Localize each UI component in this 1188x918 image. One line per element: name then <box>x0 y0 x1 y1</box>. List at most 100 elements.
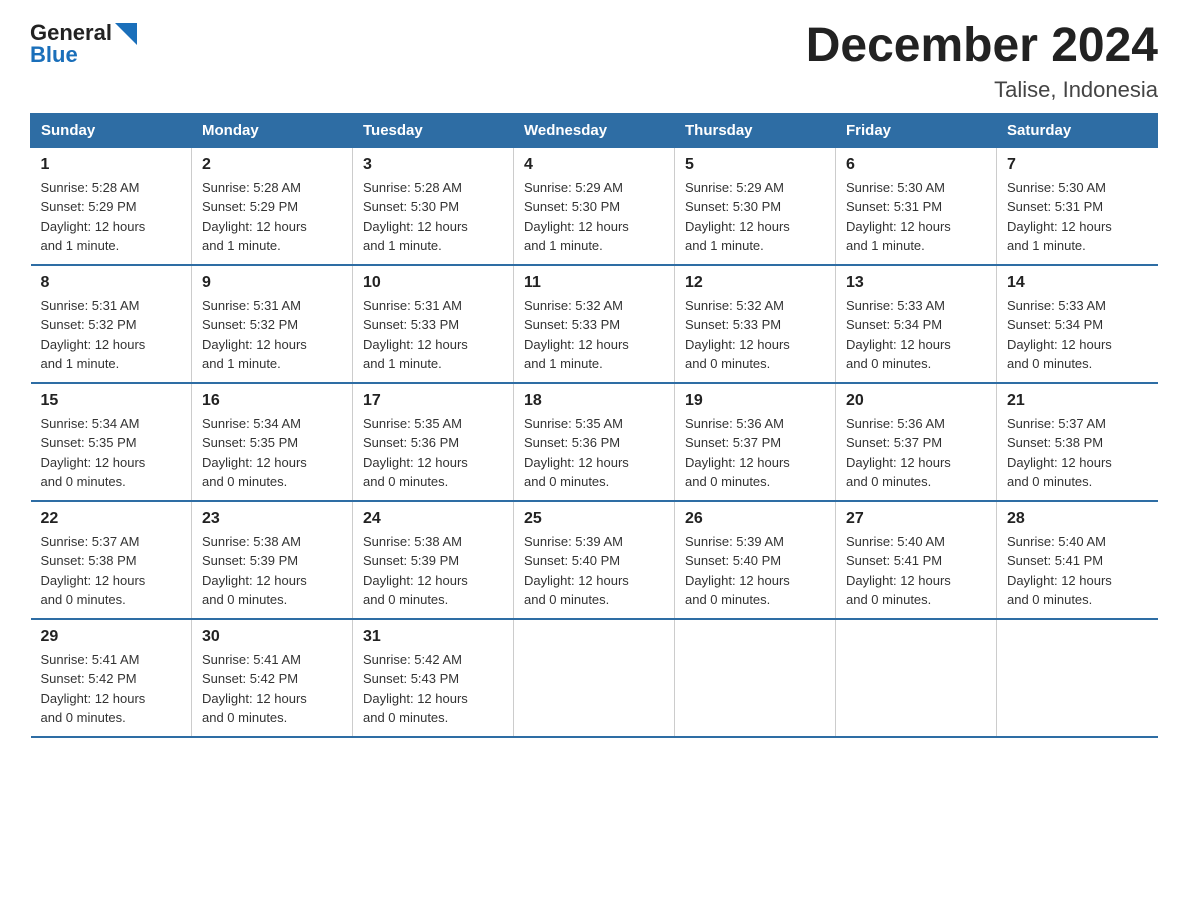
calendar-cell: 18 Sunrise: 5:35 AMSunset: 5:36 PMDaylig… <box>514 383 675 501</box>
calendar-cell: 17 Sunrise: 5:35 AMSunset: 5:36 PMDaylig… <box>353 383 514 501</box>
day-info: Sunrise: 5:35 AMSunset: 5:36 PMDaylight:… <box>524 416 629 490</box>
calendar-cell: 29 Sunrise: 5:41 AMSunset: 5:42 PMDaylig… <box>31 619 192 737</box>
day-info: Sunrise: 5:33 AMSunset: 5:34 PMDaylight:… <box>1007 298 1112 372</box>
col-header-wednesday: Wednesday <box>514 113 675 147</box>
col-header-monday: Monday <box>192 113 353 147</box>
day-info: Sunrise: 5:37 AMSunset: 5:38 PMDaylight:… <box>41 534 146 608</box>
calendar-week-row: 15 Sunrise: 5:34 AMSunset: 5:35 PMDaylig… <box>31 383 1158 501</box>
calendar-cell: 25 Sunrise: 5:39 AMSunset: 5:40 PMDaylig… <box>514 501 675 619</box>
calendar-cell: 15 Sunrise: 5:34 AMSunset: 5:35 PMDaylig… <box>31 383 192 501</box>
title-block: December 2024 Talise, Indonesia <box>806 20 1158 103</box>
day-number: 27 <box>846 510 986 528</box>
calendar-cell: 30 Sunrise: 5:41 AMSunset: 5:42 PMDaylig… <box>192 619 353 737</box>
calendar-header-row: SundayMondayTuesdayWednesdayThursdayFrid… <box>31 113 1158 147</box>
day-info: Sunrise: 5:29 AMSunset: 5:30 PMDaylight:… <box>685 180 790 254</box>
day-number: 5 <box>685 156 825 174</box>
day-number: 8 <box>41 274 182 292</box>
calendar-cell: 8 Sunrise: 5:31 AMSunset: 5:32 PMDayligh… <box>31 265 192 383</box>
day-number: 7 <box>1007 156 1148 174</box>
day-number: 23 <box>202 510 342 528</box>
day-info: Sunrise: 5:40 AMSunset: 5:41 PMDaylight:… <box>1007 534 1112 608</box>
calendar-cell: 9 Sunrise: 5:31 AMSunset: 5:32 PMDayligh… <box>192 265 353 383</box>
day-number: 3 <box>363 156 503 174</box>
day-info: Sunrise: 5:28 AMSunset: 5:30 PMDaylight:… <box>363 180 468 254</box>
day-info: Sunrise: 5:29 AMSunset: 5:30 PMDaylight:… <box>524 180 629 254</box>
day-number: 16 <box>202 392 342 410</box>
calendar-cell: 19 Sunrise: 5:36 AMSunset: 5:37 PMDaylig… <box>675 383 836 501</box>
day-info: Sunrise: 5:41 AMSunset: 5:42 PMDaylight:… <box>41 652 146 726</box>
calendar-cell: 10 Sunrise: 5:31 AMSunset: 5:33 PMDaylig… <box>353 265 514 383</box>
calendar-cell: 3 Sunrise: 5:28 AMSunset: 5:30 PMDayligh… <box>353 147 514 265</box>
calendar-cell: 4 Sunrise: 5:29 AMSunset: 5:30 PMDayligh… <box>514 147 675 265</box>
day-info: Sunrise: 5:31 AMSunset: 5:32 PMDaylight:… <box>41 298 146 372</box>
calendar-cell: 5 Sunrise: 5:29 AMSunset: 5:30 PMDayligh… <box>675 147 836 265</box>
calendar-cell: 31 Sunrise: 5:42 AMSunset: 5:43 PMDaylig… <box>353 619 514 737</box>
calendar-cell: 26 Sunrise: 5:39 AMSunset: 5:40 PMDaylig… <box>675 501 836 619</box>
day-number: 28 <box>1007 510 1148 528</box>
logo-blue: Blue <box>30 42 78 68</box>
calendar-cell: 24 Sunrise: 5:38 AMSunset: 5:39 PMDaylig… <box>353 501 514 619</box>
day-number: 12 <box>685 274 825 292</box>
day-number: 30 <box>202 628 342 646</box>
day-number: 14 <box>1007 274 1148 292</box>
day-number: 4 <box>524 156 664 174</box>
calendar-cell: 28 Sunrise: 5:40 AMSunset: 5:41 PMDaylig… <box>997 501 1158 619</box>
day-info: Sunrise: 5:31 AMSunset: 5:33 PMDaylight:… <box>363 298 468 372</box>
day-info: Sunrise: 5:30 AMSunset: 5:31 PMDaylight:… <box>846 180 951 254</box>
day-info: Sunrise: 5:38 AMSunset: 5:39 PMDaylight:… <box>202 534 307 608</box>
calendar-cell: 23 Sunrise: 5:38 AMSunset: 5:39 PMDaylig… <box>192 501 353 619</box>
calendar-cell: 11 Sunrise: 5:32 AMSunset: 5:33 PMDaylig… <box>514 265 675 383</box>
col-header-saturday: Saturday <box>997 113 1158 147</box>
logo-triangle-icon <box>115 23 137 45</box>
day-info: Sunrise: 5:41 AMSunset: 5:42 PMDaylight:… <box>202 652 307 726</box>
calendar-week-row: 8 Sunrise: 5:31 AMSunset: 5:32 PMDayligh… <box>31 265 1158 383</box>
day-info: Sunrise: 5:39 AMSunset: 5:40 PMDaylight:… <box>524 534 629 608</box>
calendar-cell <box>836 619 997 737</box>
day-info: Sunrise: 5:39 AMSunset: 5:40 PMDaylight:… <box>685 534 790 608</box>
calendar-cell: 20 Sunrise: 5:36 AMSunset: 5:37 PMDaylig… <box>836 383 997 501</box>
location: Talise, Indonesia <box>806 77 1158 103</box>
calendar-cell: 21 Sunrise: 5:37 AMSunset: 5:38 PMDaylig… <box>997 383 1158 501</box>
calendar-week-row: 29 Sunrise: 5:41 AMSunset: 5:42 PMDaylig… <box>31 619 1158 737</box>
day-info: Sunrise: 5:34 AMSunset: 5:35 PMDaylight:… <box>202 416 307 490</box>
calendar-cell: 22 Sunrise: 5:37 AMSunset: 5:38 PMDaylig… <box>31 501 192 619</box>
day-number: 10 <box>363 274 503 292</box>
calendar-cell <box>514 619 675 737</box>
day-number: 26 <box>685 510 825 528</box>
day-info: Sunrise: 5:35 AMSunset: 5:36 PMDaylight:… <box>363 416 468 490</box>
day-info: Sunrise: 5:36 AMSunset: 5:37 PMDaylight:… <box>685 416 790 490</box>
calendar-cell: 7 Sunrise: 5:30 AMSunset: 5:31 PMDayligh… <box>997 147 1158 265</box>
calendar-table: SundayMondayTuesdayWednesdayThursdayFrid… <box>30 113 1158 738</box>
day-info: Sunrise: 5:40 AMSunset: 5:41 PMDaylight:… <box>846 534 951 608</box>
logo: General Blue <box>30 20 137 68</box>
day-number: 21 <box>1007 392 1148 410</box>
calendar-week-row: 22 Sunrise: 5:37 AMSunset: 5:38 PMDaylig… <box>31 501 1158 619</box>
day-number: 1 <box>41 156 182 174</box>
day-number: 6 <box>846 156 986 174</box>
day-info: Sunrise: 5:28 AMSunset: 5:29 PMDaylight:… <box>41 180 146 254</box>
day-info: Sunrise: 5:33 AMSunset: 5:34 PMDaylight:… <box>846 298 951 372</box>
day-info: Sunrise: 5:38 AMSunset: 5:39 PMDaylight:… <box>363 534 468 608</box>
calendar-cell <box>997 619 1158 737</box>
calendar-cell: 13 Sunrise: 5:33 AMSunset: 5:34 PMDaylig… <box>836 265 997 383</box>
day-info: Sunrise: 5:37 AMSunset: 5:38 PMDaylight:… <box>1007 416 1112 490</box>
day-info: Sunrise: 5:28 AMSunset: 5:29 PMDaylight:… <box>202 180 307 254</box>
day-number: 11 <box>524 274 664 292</box>
day-number: 22 <box>41 510 182 528</box>
day-info: Sunrise: 5:42 AMSunset: 5:43 PMDaylight:… <box>363 652 468 726</box>
day-number: 15 <box>41 392 182 410</box>
col-header-thursday: Thursday <box>675 113 836 147</box>
calendar-cell: 16 Sunrise: 5:34 AMSunset: 5:35 PMDaylig… <box>192 383 353 501</box>
calendar-cell: 6 Sunrise: 5:30 AMSunset: 5:31 PMDayligh… <box>836 147 997 265</box>
day-number: 13 <box>846 274 986 292</box>
day-number: 18 <box>524 392 664 410</box>
day-number: 24 <box>363 510 503 528</box>
day-number: 19 <box>685 392 825 410</box>
day-number: 17 <box>363 392 503 410</box>
day-number: 20 <box>846 392 986 410</box>
day-number: 29 <box>41 628 182 646</box>
day-info: Sunrise: 5:36 AMSunset: 5:37 PMDaylight:… <box>846 416 951 490</box>
col-header-friday: Friday <box>836 113 997 147</box>
calendar-cell: 2 Sunrise: 5:28 AMSunset: 5:29 PMDayligh… <box>192 147 353 265</box>
day-info: Sunrise: 5:32 AMSunset: 5:33 PMDaylight:… <box>685 298 790 372</box>
